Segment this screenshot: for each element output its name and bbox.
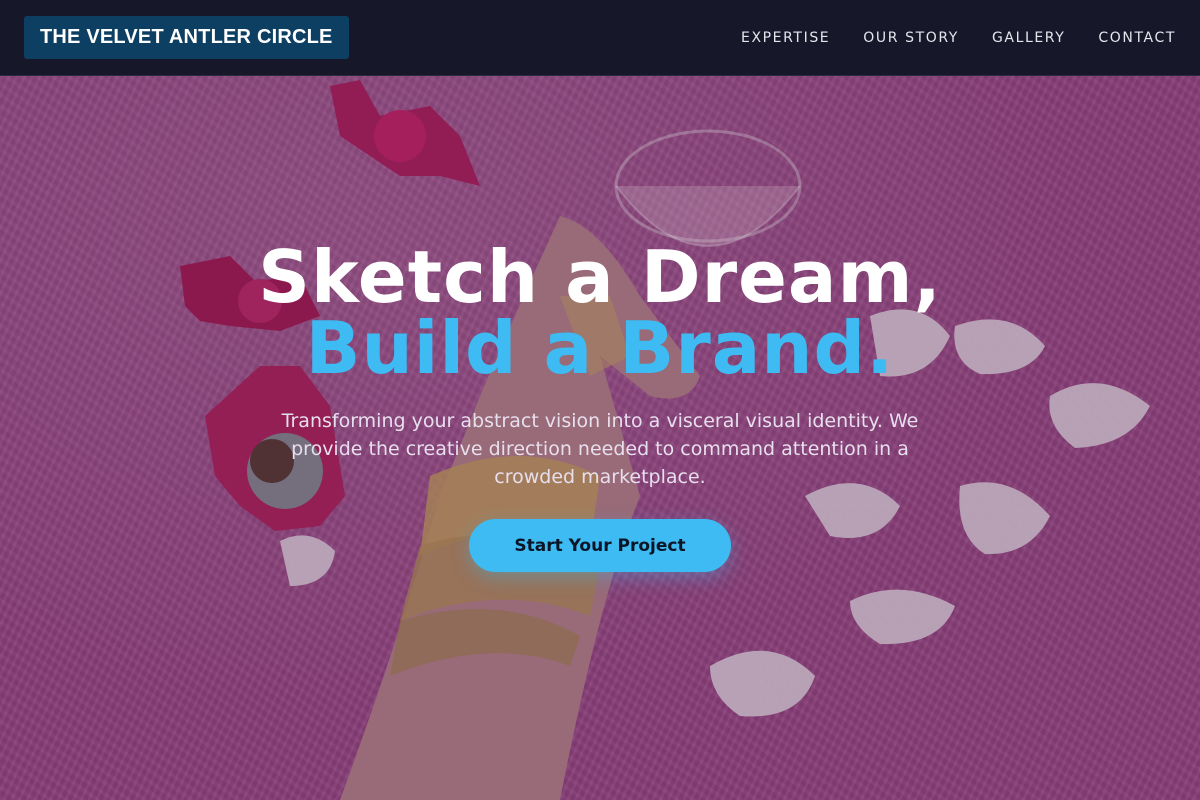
- hero-subtext: Transforming your abstract vision into a…: [281, 410, 919, 488]
- hero-headline-line-1: Sketch a Dream,: [258, 235, 942, 319]
- nav-link-gallery[interactable]: GALLERY: [992, 30, 1065, 46]
- nav-link-our-story[interactable]: OUR STORY: [863, 30, 959, 46]
- nav-link-contact[interactable]: CONTACT: [1098, 30, 1176, 46]
- brand-logo[interactable]: THE VELVET ANTLER CIRCLE: [24, 16, 349, 59]
- hero-headline-line-2: Build a Brand.: [305, 306, 895, 390]
- nav-link-expertise[interactable]: EXPERTISE: [741, 30, 830, 46]
- start-project-button[interactable]: Start Your Project: [469, 519, 731, 572]
- main-nav: EXPERTISE OUR STORY GALLERY CONTACT: [741, 30, 1176, 46]
- hero-section: Sketch a Dream, Build a Brand. Transform…: [0, 76, 1200, 800]
- top-navbar: THE VELVET ANTLER CIRCLE EXPERTISE OUR S…: [0, 0, 1200, 76]
